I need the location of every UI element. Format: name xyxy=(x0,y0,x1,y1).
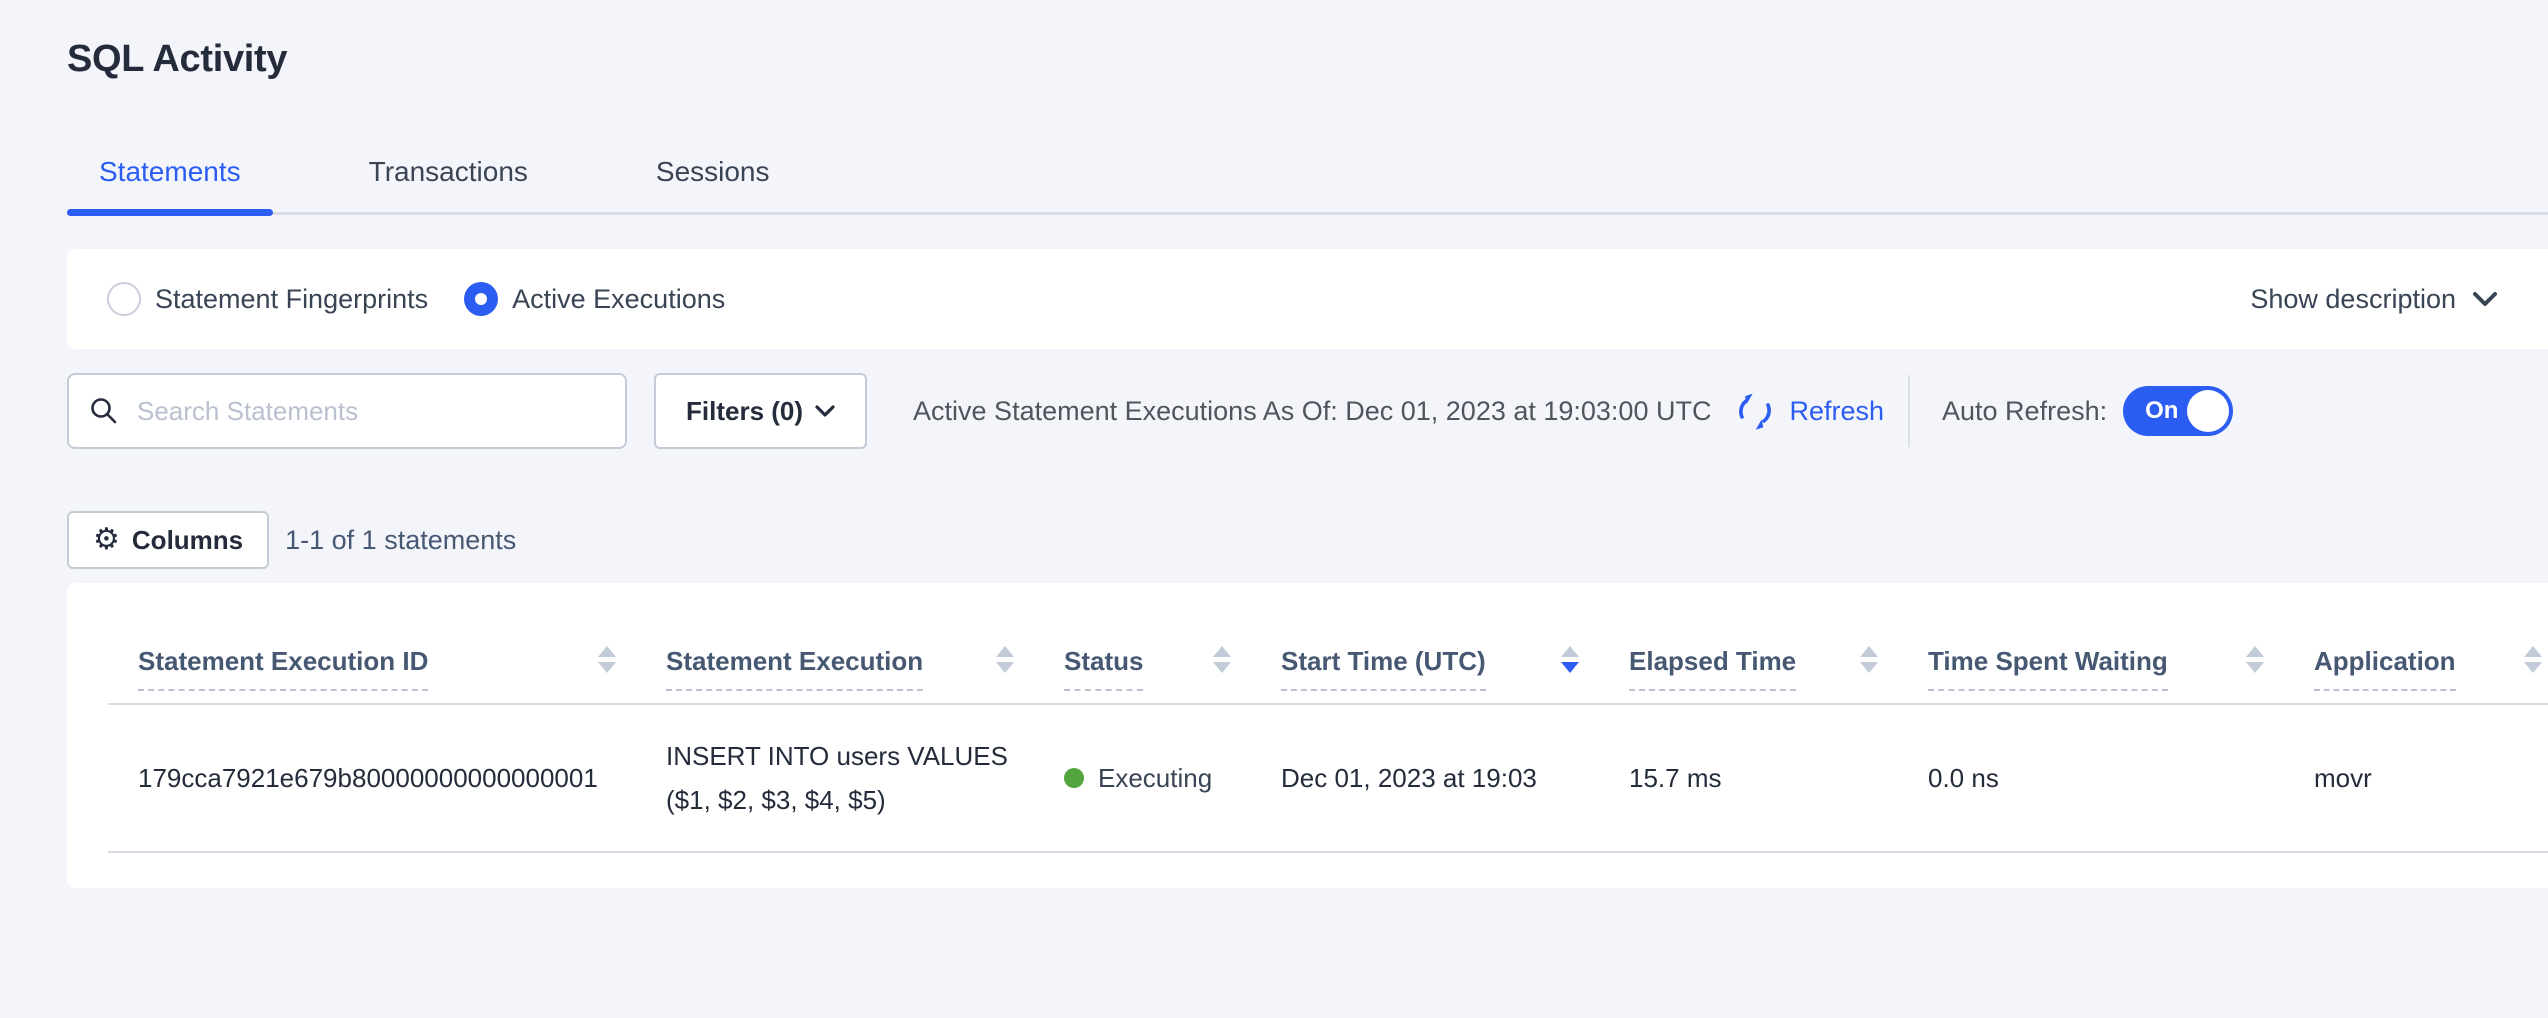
sort-control[interactable] xyxy=(2524,646,2542,673)
cell-statement[interactable]: INSERT INTO users VALUES ($1, $2, $3, $4… xyxy=(666,734,1064,822)
columns-label: Columns xyxy=(132,525,243,556)
cell-elapsed-time: 15.7 ms xyxy=(1629,763,1928,794)
table-row[interactable]: 179cca7921e679b80000000000000001 INSERT … xyxy=(67,705,2548,851)
sort-control[interactable] xyxy=(2246,646,2264,673)
sort-control[interactable] xyxy=(996,646,1014,673)
controls-row: Filters (0) Active Statement Executions … xyxy=(67,373,2548,449)
cell-time-spent-waiting: 0.0 ns xyxy=(1928,763,2314,794)
header-start-time[interactable]: Start Time (UTC) xyxy=(1281,646,1629,691)
radio-label: Active Executions xyxy=(512,284,725,315)
radio-selected-icon[interactable] xyxy=(464,282,498,316)
auto-refresh-toggle[interactable]: On xyxy=(2123,386,2233,436)
status-executing-dot-icon xyxy=(1064,768,1084,788)
tab-sessions[interactable]: Sessions xyxy=(624,134,802,212)
table-header-row: Statement Execution ID Statement Executi… xyxy=(67,583,2548,703)
search-input[interactable] xyxy=(137,396,605,427)
header-statement-execution[interactable]: Statement Execution xyxy=(666,646,1064,691)
filters-label: Filters (0) xyxy=(686,396,803,427)
status-text: Executing xyxy=(1098,763,1212,794)
header-time-spent-waiting[interactable]: Time Spent Waiting xyxy=(1928,646,2314,691)
header-statement-execution-id[interactable]: Statement Execution ID xyxy=(138,646,666,691)
row-divider xyxy=(108,851,2548,853)
radio-label: Statement Fingerprints xyxy=(155,284,428,315)
filters-button[interactable]: Filters (0) xyxy=(654,373,867,449)
results-count: 1-1 of 1 statements xyxy=(285,525,516,556)
toggle-state-label: On xyxy=(2145,397,2178,425)
header-elapsed-time[interactable]: Elapsed Time xyxy=(1629,646,1928,691)
table-controls-row: ⚙ Columns 1-1 of 1 statements xyxy=(67,511,2548,569)
cell-execution-id[interactable]: 179cca7921e679b80000000000000001 xyxy=(138,763,666,794)
auto-refresh-label: Auto Refresh: xyxy=(1942,396,2107,427)
as-of-timestamp: Active Statement Executions As Of: Dec 0… xyxy=(913,396,1711,427)
auto-refresh-control: Auto Refresh: On xyxy=(1942,386,2233,436)
search-icon xyxy=(89,396,119,426)
cell-status: Executing xyxy=(1064,763,1281,794)
page-title: SQL Activity xyxy=(67,36,2548,82)
gear-icon: ⚙ xyxy=(93,525,120,555)
refresh-label: Refresh xyxy=(1789,396,1884,427)
radio-active-executions[interactable]: Active Executions xyxy=(464,282,725,316)
statements-table: Statement Execution ID Statement Executi… xyxy=(67,583,2548,888)
chevron-down-icon xyxy=(2472,291,2498,307)
search-box[interactable] xyxy=(67,373,627,449)
sort-control-active-desc[interactable] xyxy=(1561,646,1579,673)
view-mode-card: Statement Fingerprints Active Executions… xyxy=(67,249,2548,349)
chevron-down-icon xyxy=(815,404,835,418)
sort-control[interactable] xyxy=(1860,646,1878,673)
vertical-divider xyxy=(1908,375,1910,447)
refresh-button[interactable]: Refresh xyxy=(1733,389,1884,433)
tab-statements[interactable]: Statements xyxy=(67,134,273,212)
radio-unselected-icon[interactable] xyxy=(107,282,141,316)
sort-control[interactable] xyxy=(1213,646,1231,673)
refresh-icon xyxy=(1733,389,1777,433)
cell-application: movr xyxy=(2314,763,2548,794)
columns-button[interactable]: ⚙ Columns xyxy=(67,511,269,569)
header-application[interactable]: Application xyxy=(2314,646,2548,691)
tab-transactions[interactable]: Transactions xyxy=(337,134,560,212)
sort-control[interactable] xyxy=(598,646,616,673)
radio-statement-fingerprints[interactable]: Statement Fingerprints xyxy=(107,282,428,316)
tab-bar: Statements Transactions Sessions xyxy=(67,134,2548,215)
show-description-toggle[interactable]: Show description xyxy=(2250,284,2498,315)
cell-start-time: Dec 01, 2023 at 19:03 xyxy=(1281,763,1629,794)
toggle-knob[interactable] xyxy=(2187,390,2229,432)
header-status[interactable]: Status xyxy=(1064,646,1281,691)
show-description-label: Show description xyxy=(2250,284,2456,315)
